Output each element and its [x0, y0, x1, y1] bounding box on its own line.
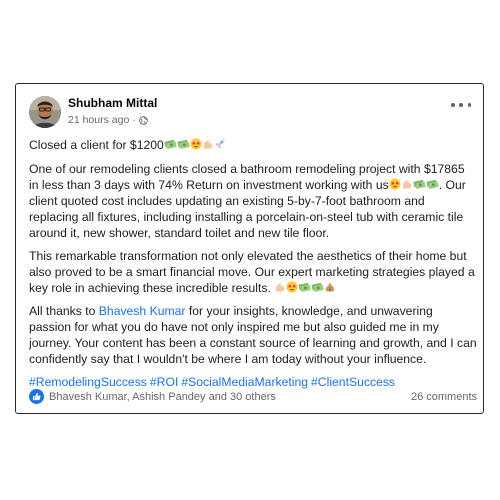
- flexed-biceps-icon: [274, 281, 286, 293]
- star-struck-icon: [190, 138, 202, 150]
- flexed-biceps-icon: [401, 178, 413, 190]
- money-bag-icon: [324, 281, 336, 293]
- globe-icon: [138, 115, 148, 125]
- rocket-icon: [214, 138, 226, 150]
- avatar[interactable]: [29, 96, 61, 128]
- post-paragraph-3: All thanks to Bhavesh Kumar for your ins…: [29, 304, 477, 366]
- star-struck-icon: [389, 178, 401, 190]
- comments-count[interactable]: 26 comments: [411, 391, 477, 403]
- ellipsis-icon: [451, 103, 455, 107]
- more-options-button[interactable]: [451, 98, 471, 112]
- money-with-wings-icon: [164, 138, 177, 150]
- money-with-wings-icon: [426, 178, 439, 190]
- post-card: Shubham Mittal 21 hours ago · Closed a c…: [15, 83, 484, 414]
- post-meta: 21 hours ago ·: [68, 114, 148, 126]
- hashtag-link[interactable]: #SocialMediaMarketing: [181, 375, 308, 389]
- author-name[interactable]: Shubham Mittal: [68, 96, 157, 110]
- reactions-summary[interactable]: Bhavesh Kumar, Ashish Pandey and 30 othe…: [49, 391, 276, 403]
- hashtag-link[interactable]: #ClientSuccess: [311, 375, 395, 389]
- post-paragraph-2: This remarkable transformation not only …: [29, 249, 475, 295]
- post-footer: Bhavesh Kumar, Ashish Pandey and 30 othe…: [29, 388, 477, 406]
- money-with-wings-icon: [413, 178, 426, 190]
- mention-link[interactable]: Bhavesh Kumar: [99, 304, 186, 318]
- star-struck-icon: [286, 281, 298, 293]
- hashtag-link[interactable]: #RemodelingSuccess: [29, 375, 147, 389]
- hashtag-link[interactable]: #ROI: [150, 375, 178, 389]
- money-with-wings-icon: [298, 281, 311, 293]
- post-intro: Closed a client for $1200: [29, 137, 477, 153]
- profile-photo: [29, 96, 61, 128]
- post-timestamp[interactable]: 21 hours ago ·: [68, 114, 136, 126]
- money-with-wings-icon: [311, 281, 324, 293]
- post-body: Closed a client for $1200 One of our rem…: [29, 137, 477, 397]
- money-with-wings-icon: [177, 138, 190, 150]
- post-paragraph-1: One of our remodeling clients closed a b…: [29, 162, 466, 240]
- thumbs-up-icon[interactable]: [29, 389, 44, 404]
- post-header: Shubham Mittal 21 hours ago ·: [16, 84, 483, 132]
- flexed-biceps-icon: [202, 138, 214, 150]
